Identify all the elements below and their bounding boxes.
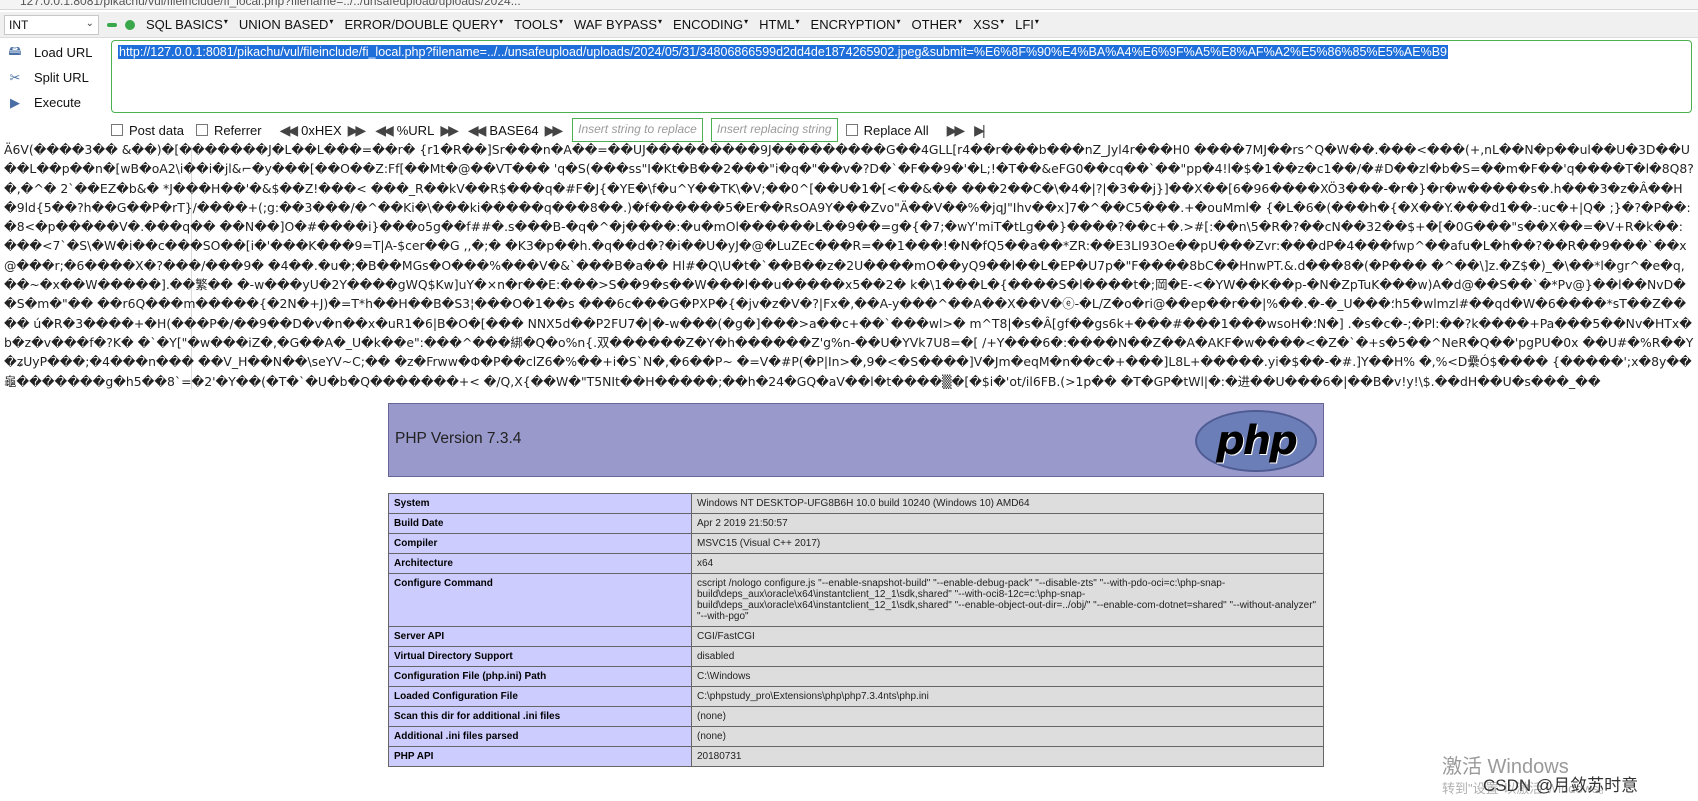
phpinfo-value: (none) <box>691 706 1324 727</box>
url-encode-arrow-icon[interactable]: ▶▶ <box>440 122 458 139</box>
phpinfo-key: Compiler <box>388 533 692 554</box>
url-text: http://127.0.0.1:8081/pikachu/vul/filein… <box>118 45 1449 59</box>
php-version-title: PHP Version 7.3.4 <box>395 430 522 447</box>
load-url-button[interactable]: 🖴 Load URL <box>6 40 106 65</box>
table-row: Configuration File (php.ini) Path C:\Wind… <box>388 666 1324 687</box>
phpinfo-value: x64 <box>691 553 1324 574</box>
table-row: Server API CGI/FastCGI <box>388 626 1324 647</box>
table-row: Virtual Directory Support disabled <box>388 646 1324 667</box>
menu-error-double-query[interactable]: ERROR/DOUBLE QUERY▾ <box>344 17 503 32</box>
base64-decode-arrow-icon[interactable]: ◀◀ <box>468 122 486 139</box>
url-decode-arrow-icon[interactable]: ◀◀ <box>375 122 393 139</box>
post-data-label: Post data <box>129 122 184 138</box>
post-data-option[interactable]: Post data <box>111 123 184 138</box>
phpinfo-table: System Windows NT DESKTOP-UFG8B6H 10.0 bu… <box>388 493 1324 767</box>
binary-output-text: Ä6V(����3�� &��)�[�������J�L��L���=��r� … <box>4 142 1694 389</box>
menu-other[interactable]: OTHER▾ <box>912 17 963 32</box>
phpinfo-key: System <box>388 493 692 514</box>
expand-icon[interactable] <box>125 19 135 30</box>
phpinfo-key: Configure Command <box>388 573 692 627</box>
collapse-icon[interactable] <box>107 22 117 27</box>
phpinfo-key: Build Date <box>388 513 692 534</box>
referrer-option[interactable]: Referrer <box>195 122 262 138</box>
split-url-icon: ✂ <box>9 69 21 85</box>
php-logo-text: php <box>1216 418 1298 464</box>
phpinfo-value: cscript /nologo configure.js "--enable-s… <box>691 573 1324 627</box>
hex-decode-arrow-icon[interactable]: ◀◀ <box>280 122 298 139</box>
menu-encryption[interactable]: ENCRYPTION▾ <box>811 17 901 32</box>
phpinfo-value: 20180731 <box>691 746 1324 767</box>
phpinfo-value: C:\Windows <box>691 666 1324 687</box>
table-row: Configure Command cscript /nologo configu… <box>388 573 1324 627</box>
menu-sql-basics[interactable]: SQL BASICS▾ <box>146 17 228 32</box>
insert-string-input[interactable]: Insert string to replace <box>572 118 703 142</box>
menu-html[interactable]: HTML▾ <box>759 17 799 32</box>
hackbar-menu: INT ⌄ SQL BASICS▾ UNION BASED▾ ERROR/DOU… <box>0 12 1698 38</box>
url-encode-label: %URL <box>396 122 435 138</box>
referrer-checkbox[interactable] <box>195 124 208 136</box>
phpinfo-key: Scan this dir for additional .ini files <box>388 706 692 727</box>
phpinfo-key: Virtual Directory Support <box>388 646 692 667</box>
phpinfo-key: PHP API <box>388 746 692 767</box>
options-row: Post data Referrer ◀◀ 0xHEX ▶▶ ◀◀ %URL ▶… <box>111 118 989 142</box>
table-row: Compiler MSVC15 (Visual C++ 2017) <box>388 533 1324 554</box>
phpinfo-key: Configuration File (php.ini) Path <box>388 666 692 687</box>
phpinfo-block: PHP Version 7.3.4 php System Windows NT D… <box>388 403 1324 767</box>
post-data-checkbox[interactable] <box>111 124 123 136</box>
phpinfo-value: Apr 2 2019 21:50:57 <box>691 513 1324 534</box>
url-textarea[interactable]: http://127.0.0.1:8081/pikachu/vul/filein… <box>111 40 1692 113</box>
browser-url-text: 127.0.0.1:8081/pikachu/vul/fileinclude/f… <box>20 0 521 8</box>
phpinfo-value: CGI/FastCGI <box>691 626 1324 647</box>
replace-all-option[interactable]: Replace All <box>845 122 929 138</box>
split-url-button[interactable]: ✂ Split URL <box>6 65 106 90</box>
menu-waf-bypass[interactable]: WAF BYPASS▾ <box>574 17 662 32</box>
phpinfo-key: Server API <box>388 626 692 647</box>
table-row: Scan this dir for additional .ini files(… <box>388 706 1324 727</box>
phpinfo-value: MSVC15 (Visual C++ 2017) <box>691 533 1324 554</box>
menu-lfi[interactable]: LFI▾ <box>1015 17 1039 32</box>
table-row: System Windows NT DESKTOP-UFG8B6H 10.0 bu… <box>388 493 1324 514</box>
table-row: Build Date Apr 2 2019 21:50:57 <box>388 513 1324 534</box>
browser-url-strip: 127.0.0.1:8081/pikachu/vul/fileinclude/f… <box>0 0 1698 10</box>
chevron-down-icon: ⌄ <box>85 17 94 29</box>
csdn-watermark: CSDN @月敛苏时意 <box>1483 776 1639 795</box>
table-row: Additional .ini files parsed (none) <box>388 726 1324 747</box>
replace-arrow-icon-2[interactable]: ▶| <box>974 122 986 139</box>
phpinfo-value: disabled <box>691 646 1324 667</box>
replace-all-checkbox[interactable] <box>845 124 858 136</box>
phpinfo-header: PHP Version 7.3.4 php <box>388 403 1324 477</box>
phpinfo-value: C:\phpstudy_pro\Extensions\php\php7.3.4n… <box>691 686 1324 707</box>
replacing-string-input[interactable]: Insert replacing string <box>710 118 838 142</box>
load-url-icon: 🖴 <box>8 42 22 58</box>
execute-button[interactable]: ▶ Execute <box>6 90 106 115</box>
injection-type-value: INT <box>9 17 29 32</box>
phpinfo-key: Loaded Configuration File <box>388 686 692 707</box>
phpinfo-value: (none) <box>691 726 1324 747</box>
menu-tools[interactable]: TOOLS▾ <box>514 17 563 32</box>
table-row: PHP API 20180731 <box>388 746 1324 767</box>
table-row: Loaded Configuration File C:\phpstudy_pro… <box>388 686 1324 707</box>
php-logo: php <box>1195 410 1317 472</box>
execute-icon: ▶ <box>10 94 20 110</box>
menu-encoding[interactable]: ENCODING▾ <box>673 17 748 32</box>
hex-label: 0xHEX <box>301 122 342 138</box>
replace-arrow-icon[interactable]: ▶▶ <box>947 122 965 139</box>
menu-xss[interactable]: XSS▾ <box>973 17 1004 32</box>
injection-type-select[interactable]: INT ⌄ <box>4 14 99 35</box>
menu-union-based[interactable]: UNION BASED▾ <box>239 17 334 32</box>
phpinfo-key: Additional .ini files parsed <box>388 726 692 747</box>
split-url-label: Split URL <box>34 70 89 85</box>
execute-label: Execute <box>34 95 81 110</box>
base64-label: BASE64 <box>489 122 539 138</box>
replace-all-label: Replace All <box>863 122 929 138</box>
table-row: Architecture x64 <box>388 553 1324 574</box>
referrer-label: Referrer <box>213 122 262 138</box>
phpinfo-key: Architecture <box>388 553 692 574</box>
hex-encode-arrow-icon[interactable]: ▶▶ <box>348 122 366 139</box>
phpinfo-value: Windows NT DESKTOP-UFG8B6H 10.0 build 10… <box>691 493 1324 514</box>
base64-encode-arrow-icon[interactable]: ▶▶ <box>545 122 563 139</box>
hackbar-actions: 🖴 Load URL ✂ Split URL ▶ Execute <box>6 40 106 115</box>
load-url-label: Load URL <box>34 45 93 60</box>
